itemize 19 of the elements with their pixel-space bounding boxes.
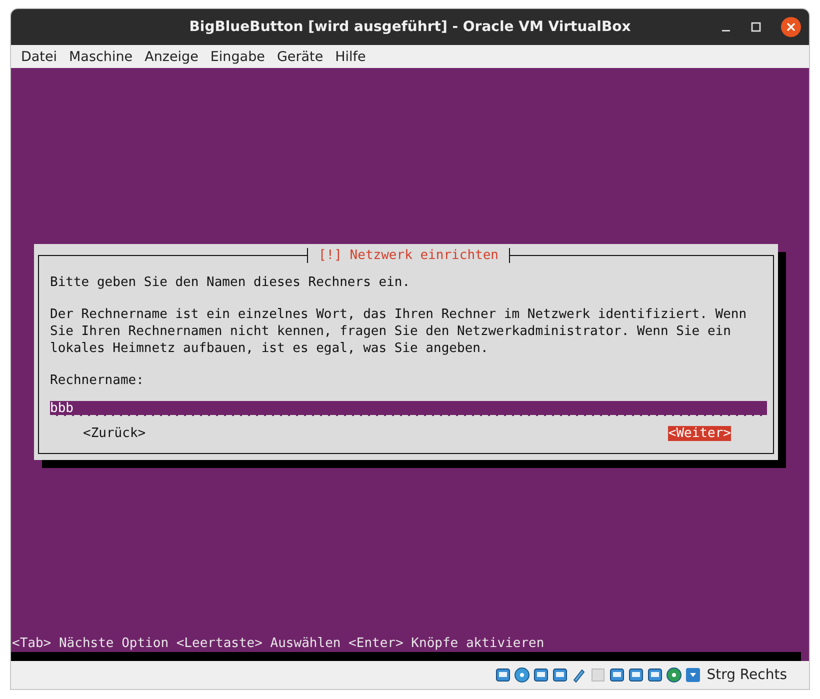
menu-item[interactable]: Geräte [270, 48, 330, 64]
window-title: BigBlueButton [wird ausgeführt] - Oracle VM VirtualBox [189, 19, 631, 35]
menu-item[interactable]: Datei [15, 48, 64, 64]
close-icon[interactable] [781, 17, 801, 37]
host-key-label: Strg Rechts [706, 667, 787, 683]
menu-item[interactable]: Hilfe [329, 48, 372, 64]
field-label: Rechnername: [50, 372, 145, 389]
dialog-text: Bitte geben Sie den Namen dieses Rechners ein. [50, 274, 412, 291]
menu-item[interactable]: Anzeige [138, 48, 204, 64]
menu-item[interactable]: Maschine [63, 48, 139, 64]
menu-item[interactable]: Eingabe [204, 48, 271, 64]
optical-disc-icon[interactable] [514, 667, 530, 683]
hostname-field[interactable]: bbb [50, 401, 767, 416]
dialog-title: [!] Netzwerk einrichten [307, 248, 510, 263]
maximize-icon[interactable] [751, 22, 761, 32]
help-line: <Tab> Nächste Option <Leertaste> Auswählen <Enter> Knöpfe aktivieren [11, 635, 546, 652]
next-button[interactable]: <Weiter> [668, 426, 731, 441]
dialog-text: Der Rechnername ist ein einzelnes Wort, das Ihren Rechner im Netzwerk identifiziert. Wenn Sie Ihren Rechnernamen nicht kennen, fragen Sie den Netzwerkadministrator. Wenn Sie ein lokales Heimnetz aufbauen, ist es egal, was Sie angeben. [50, 306, 748, 357]
back-button[interactable]: <Zurück> [83, 426, 146, 441]
